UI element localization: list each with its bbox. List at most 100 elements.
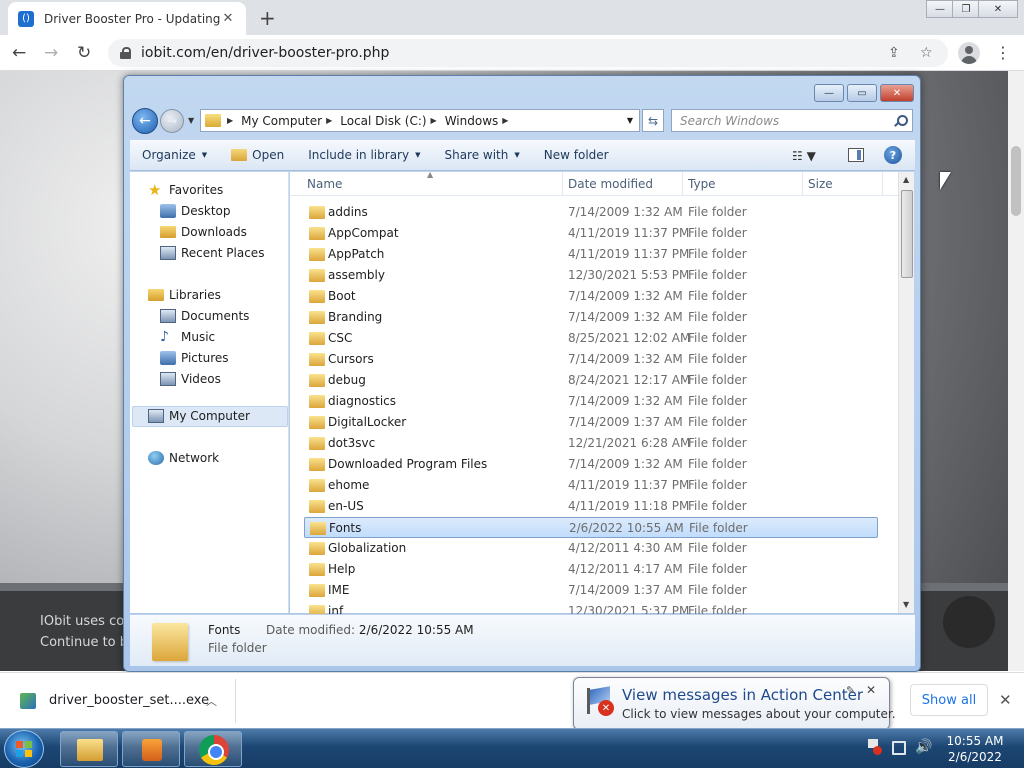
scroll-down-icon[interactable]: ▼ <box>903 600 909 609</box>
forward-button[interactable]: → <box>160 109 184 133</box>
network-tray-icon[interactable] <box>892 741 906 755</box>
clock-date[interactable]: 2/6/2022 <box>935 750 1015 764</box>
column-header-type[interactable]: Type <box>688 177 716 191</box>
new-folder-button[interactable]: New folder <box>532 148 621 162</box>
search-input[interactable]: Search Windows <box>671 109 913 132</box>
table-row[interactable]: Cursors 7/14/2009 1:32 AM File folder <box>304 349 878 370</box>
show-all-button[interactable]: Show all <box>910 684 988 716</box>
breadcrumb-windows[interactable]: Windows <box>445 114 499 128</box>
scroll-up-icon[interactable]: ▲ <box>903 175 909 184</box>
chevron-up-icon[interactable]: ︿ <box>206 693 217 709</box>
table-row[interactable]: Downloaded Program Files 7/14/2009 1:32 A… <box>304 454 878 475</box>
kebab-menu-icon[interactable]: ⋮ <box>995 43 1011 62</box>
browser-close-button[interactable]: ✕ <box>978 0 1018 18</box>
table-row[interactable]: debug 8/24/2021 12:17 AM File folder <box>304 370 878 391</box>
nav-item-pictures[interactable]: Pictures <box>160 351 229 365</box>
nav-item-downloads[interactable]: Downloads <box>160 225 247 239</box>
profile-icon[interactable] <box>958 42 980 64</box>
file-list-scrollbar-thumb[interactable] <box>901 190 913 278</box>
nav-item-my-computer[interactable]: My Computer <box>148 409 250 423</box>
column-divider[interactable] <box>882 172 883 196</box>
nav-item-favorites[interactable]: ★ Favorites <box>148 183 223 198</box>
nav-item-network[interactable]: Network <box>148 451 219 465</box>
taskbar-chrome-button[interactable] <box>184 731 242 767</box>
breadcrumb-local-disk[interactable]: Local Disk (C:) <box>340 114 426 128</box>
explorer-address-bar[interactable]: ▶ My Computer ▶ Local Disk (C:) ▶ Window… <box>200 109 640 132</box>
column-header-name[interactable]: Name <box>307 177 342 191</box>
star-icon[interactable]: ☆ <box>920 45 933 61</box>
table-row[interactable]: Globalization 4/12/2011 4:30 AM File folde… <box>304 538 878 559</box>
close-download-bar-icon[interactable]: ✕ <box>999 691 1012 709</box>
refresh-button[interactable]: ⇆ <box>642 109 664 132</box>
forward-arrow-icon[interactable]: → <box>44 43 58 63</box>
table-row[interactable]: dot3svc 12/21/2021 6:28 AM File folder <box>304 433 878 454</box>
share-with-button[interactable]: Share with ▼ <box>432 148 531 162</box>
table-row[interactable]: Branding 7/14/2009 1:32 AM File folder <box>304 307 878 328</box>
reload-icon[interactable]: ↻ <box>77 43 91 63</box>
help-icon[interactable]: ? <box>884 146 902 164</box>
nav-item-documents[interactable]: Documents <box>160 309 249 323</box>
address-bar[interactable]: iobit.com/en/driver-booster-pro.php ⇪ ☆ <box>108 39 948 67</box>
tab-close-icon[interactable]: ✕ <box>220 11 236 26</box>
nav-item-libraries[interactable]: Libraries <box>148 288 221 302</box>
explorer-maximize-button[interactable]: ▭ <box>847 84 877 102</box>
column-divider[interactable] <box>802 172 803 196</box>
search-icon[interactable] <box>894 115 908 127</box>
change-view-icon[interactable]: ☷ ▼ <box>792 149 816 163</box>
table-row[interactable]: en-US 4/11/2019 11:18 PM File folder <box>304 496 878 517</box>
table-row[interactable]: AppCompat 4/11/2019 11:37 PM File folder <box>304 223 878 244</box>
table-row[interactable]: CSC 8/25/2021 12:02 AM File folder <box>304 328 878 349</box>
explorer-minimize-button[interactable]: — <box>814 84 844 102</box>
pin-icon[interactable]: ✎ <box>846 684 855 697</box>
table-row[interactable]: diagnostics 7/14/2009 1:32 AM File folder <box>304 391 878 412</box>
nav-item-videos[interactable]: Videos <box>160 372 221 386</box>
url-text[interactable]: iobit.com/en/driver-booster-pro.php <box>141 45 389 61</box>
browser-minimize-button[interactable]: — <box>926 0 954 18</box>
volume-icon[interactable]: 🔊 <box>915 739 932 755</box>
nav-item-music[interactable]: ♪ Music <box>160 330 215 344</box>
organize-button[interactable]: Organize ▼ <box>130 148 219 162</box>
file-list-scrollbar[interactable]: ▲ ▼ <box>898 172 914 613</box>
action-center-tray-icon[interactable] <box>866 739 882 755</box>
new-tab-icon[interactable]: + <box>259 6 276 30</box>
table-row[interactable]: Boot 7/14/2009 1:32 AM File folder <box>304 286 878 307</box>
nav-item-recent-places[interactable]: Recent Places <box>160 246 264 260</box>
breadcrumb-my-computer[interactable]: My Computer <box>241 114 322 128</box>
browser-restore-button[interactable]: ❐ <box>952 0 980 18</box>
page-scrollbar-thumb[interactable] <box>1011 146 1021 216</box>
table-row[interactable]: Fonts 2/6/2022 10:55 AM File folder <box>304 517 878 538</box>
open-button[interactable]: Open <box>219 148 296 162</box>
column-divider[interactable] <box>562 172 563 196</box>
table-row[interactable]: ehome 4/11/2019 11:37 PM File folder <box>304 475 878 496</box>
browser-tab[interactable]: () Driver Booster Pro - Updating Ou ✕ <box>8 2 246 35</box>
breadcrumb-arrow-icon[interactable]: ▶ <box>502 116 508 125</box>
column-header-size[interactable]: Size <box>808 177 833 191</box>
address-dropdown-icon[interactable]: ▼ <box>627 116 633 125</box>
table-row[interactable]: assembly 12/30/2021 5:53 PM File folder <box>304 265 878 286</box>
action-center-balloon[interactable]: ✕ View messages in Action Center Click t… <box>573 677 896 740</box>
include-in-library-button[interactable]: Include in library ▼ <box>296 148 432 162</box>
start-button[interactable] <box>4 730 44 768</box>
lock-icon[interactable] <box>120 47 131 59</box>
page-scrollbar[interactable] <box>1008 71 1024 671</box>
table-row[interactable]: AppPatch 4/11/2019 11:37 PM File folder <box>304 244 878 265</box>
column-header-date[interactable]: Date modified <box>568 177 653 191</box>
download-file-name[interactable]: driver_booster_set....exe <box>49 693 209 708</box>
table-row[interactable]: IME 7/14/2009 1:37 AM File folder <box>304 580 878 601</box>
preview-pane-icon[interactable] <box>848 148 864 162</box>
share-icon[interactable]: ⇪ <box>888 45 900 61</box>
recent-pages-dropdown-icon[interactable]: ▼ <box>188 116 194 125</box>
explorer-close-button[interactable]: ✕ <box>880 84 914 102</box>
breadcrumb-arrow-icon[interactable]: ▶ <box>227 116 233 125</box>
clock-time[interactable]: 10:55 AM <box>935 734 1015 748</box>
nav-item-desktop[interactable]: Desktop <box>160 204 231 218</box>
table-row[interactable]: DigitalLocker 7/14/2009 1:37 AM File folde… <box>304 412 878 433</box>
back-arrow-icon[interactable]: ← <box>12 43 26 63</box>
balloon-title[interactable]: View messages in Action Center <box>622 686 863 704</box>
column-divider[interactable] <box>682 172 683 196</box>
taskbar-media-player-button[interactable] <box>122 731 180 767</box>
breadcrumb-arrow-icon[interactable]: ▶ <box>431 116 437 125</box>
back-button[interactable]: ← <box>132 108 158 134</box>
taskbar-explorer-button[interactable] <box>60 731 118 767</box>
table-row[interactable]: Help 4/12/2011 4:17 AM File folder <box>304 559 878 580</box>
